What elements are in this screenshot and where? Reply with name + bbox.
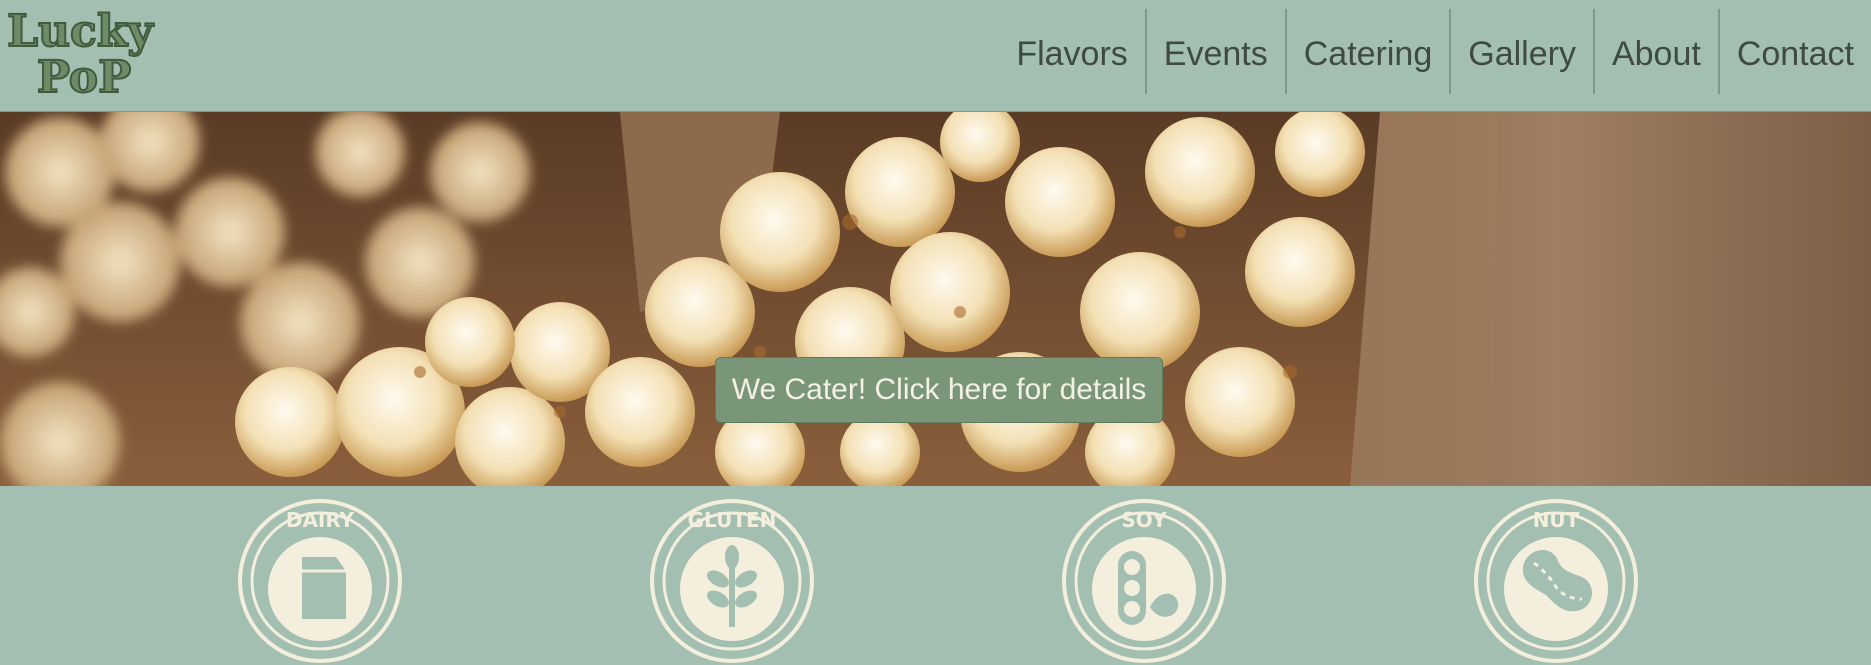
logo-wordmark: Lucky PoP xyxy=(8,5,155,100)
soy-free-badge: SOY xyxy=(1060,497,1228,665)
svg-text:NUT: NUT xyxy=(1533,508,1580,532)
popcorn-hero-image xyxy=(0,112,1871,486)
dairy-free-badge: DAIRY xyxy=(236,497,404,665)
nav-catering[interactable]: Catering xyxy=(1284,9,1450,94)
svg-text:Lucky: Lucky xyxy=(8,6,154,57)
catering-cta-button[interactable]: We Cater! Click here for details xyxy=(715,357,1163,423)
svg-text:GLUTEN: GLUTEN xyxy=(688,508,777,532)
allergen-badges: DAIRY GLUTEN SOY NUT xyxy=(0,486,1871,663)
nut-free-badge: NUT xyxy=(1472,497,1640,665)
nav-gallery[interactable]: Gallery xyxy=(1449,9,1593,94)
hero-banner: We Cater! Click here for details xyxy=(0,112,1871,486)
nav-about[interactable]: About xyxy=(1592,9,1718,94)
svg-text:PoP: PoP xyxy=(37,52,131,100)
milk-carton-icon: DAIRY xyxy=(238,499,402,663)
peanut-icon: NUT xyxy=(1474,499,1638,663)
svg-text:DAIRY: DAIRY xyxy=(286,508,355,532)
svg-text:SOY: SOY xyxy=(1121,508,1167,532)
nav-flavors[interactable]: Flavors xyxy=(999,9,1144,94)
site-header: Lucky PoP Flavors Events Catering Galler… xyxy=(0,0,1871,112)
nav-events[interactable]: Events xyxy=(1144,9,1285,94)
lucky-pop-logo[interactable]: Lucky PoP xyxy=(8,4,163,100)
gluten-free-badge: GLUTEN xyxy=(648,497,816,665)
nav-contact[interactable]: Contact xyxy=(1717,9,1871,94)
soybean-icon: SOY xyxy=(1062,499,1226,663)
wheat-icon: GLUTEN xyxy=(650,499,814,663)
main-nav: Flavors Events Catering Gallery About Co… xyxy=(999,9,1871,94)
